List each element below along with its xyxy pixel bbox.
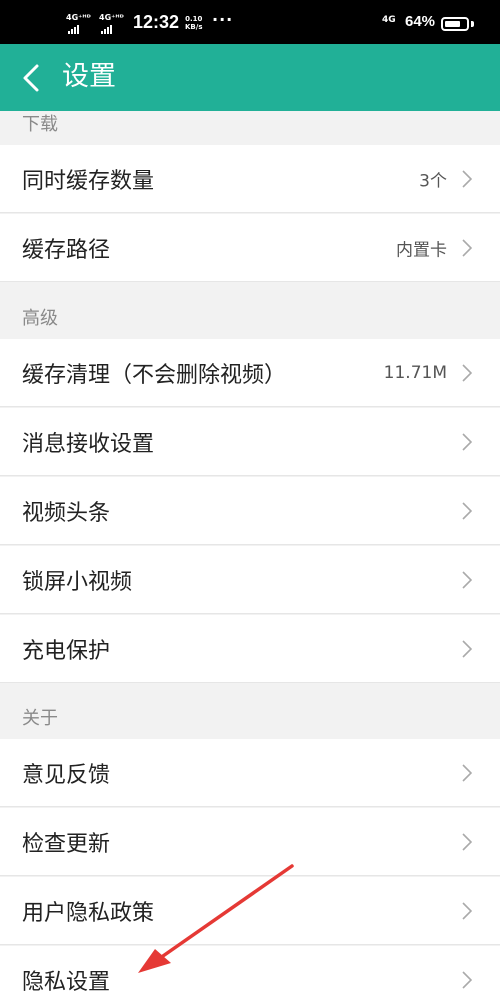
section-header-about: 关于 [22, 708, 58, 729]
row-value: 内置卡 [396, 240, 447, 260]
row-value: 11.71M [383, 362, 447, 383]
chevron-right-icon [462, 763, 472, 782]
sim1-label: 4G⁺ᴴᴰ [66, 13, 91, 22]
row-label: 充电保护 [22, 638, 111, 664]
row-label: 视频头条 [22, 500, 111, 526]
chevron-right-icon [462, 432, 472, 451]
network-speed: 0.10 KB/s [185, 15, 202, 31]
row-label: 锁屏小视频 [22, 569, 133, 595]
back-icon[interactable] [20, 62, 44, 94]
battery-icon [441, 17, 469, 31]
setting-row-feedback[interactable]: 意见反馈 [0, 739, 500, 807]
chevron-right-icon [462, 501, 472, 520]
setting-row-cache-count[interactable]: 同时缓存数量 3个 [0, 145, 500, 213]
chevron-right-icon [462, 570, 472, 589]
row-label: 用户隐私政策 [22, 900, 155, 926]
section-header-download: 下载 [22, 114, 58, 135]
setting-row-message-settings[interactable]: 消息接收设置 [0, 408, 500, 476]
row-label: 缓存路径 [22, 237, 111, 263]
battery-tip [471, 21, 474, 27]
signal-icon [101, 25, 112, 34]
chevron-right-icon [462, 238, 472, 257]
row-label: 同时缓存数量 [22, 168, 155, 194]
setting-row-lockscreen-video[interactable]: 锁屏小视频 [0, 546, 500, 614]
battery-level [445, 21, 461, 27]
row-label: 检查更新 [22, 831, 111, 857]
status-bar: 4G⁺ᴴᴰ 4G⁺ᴴᴰ 12:32 0.10 KB/s ··· 4G 64% [0, 0, 500, 44]
row-value: 3个 [419, 171, 447, 191]
chevron-right-icon [462, 639, 472, 658]
setting-row-privacy-settings[interactable]: 隐私设置 [0, 946, 500, 1004]
signal-icon [68, 25, 79, 34]
setting-row-cache-clear[interactable]: 缓存清理（不会删除视频） 11.71M [0, 339, 500, 407]
battery-percent: 64% [405, 13, 436, 30]
more-notifications-icon: ··· [212, 10, 234, 29]
speed-unit: KB/s [185, 23, 203, 31]
setting-row-cache-path[interactable]: 缓存路径 内置卡 [0, 214, 500, 282]
chevron-right-icon [462, 901, 472, 920]
row-label: 意见反馈 [22, 762, 111, 788]
chevron-right-icon [462, 971, 472, 989]
network-type: 4G [382, 15, 396, 25]
row-label: 消息接收设置 [22, 431, 155, 457]
page-title: 设置 [62, 61, 116, 92]
chevron-right-icon [462, 832, 472, 851]
clock: 12:32 [133, 12, 180, 32]
setting-row-video-headlines[interactable]: 视频头条 [0, 477, 500, 545]
chevron-right-icon [462, 363, 472, 382]
app-header: 设置 [0, 44, 500, 111]
setting-row-privacy-policy[interactable]: 用户隐私政策 [0, 877, 500, 945]
setting-row-check-update[interactable]: 检查更新 [0, 808, 500, 876]
row-label: 隐私设置 [22, 970, 111, 995]
setting-row-charge-protect[interactable]: 充电保护 [0, 615, 500, 683]
section-header-advanced: 高级 [22, 308, 58, 329]
row-label: 缓存清理（不会删除视频） [22, 362, 287, 388]
chevron-right-icon [462, 169, 472, 188]
speed-value: 0.10 [185, 15, 203, 23]
sim2-label: 4G⁺ᴴᴰ [99, 13, 124, 22]
